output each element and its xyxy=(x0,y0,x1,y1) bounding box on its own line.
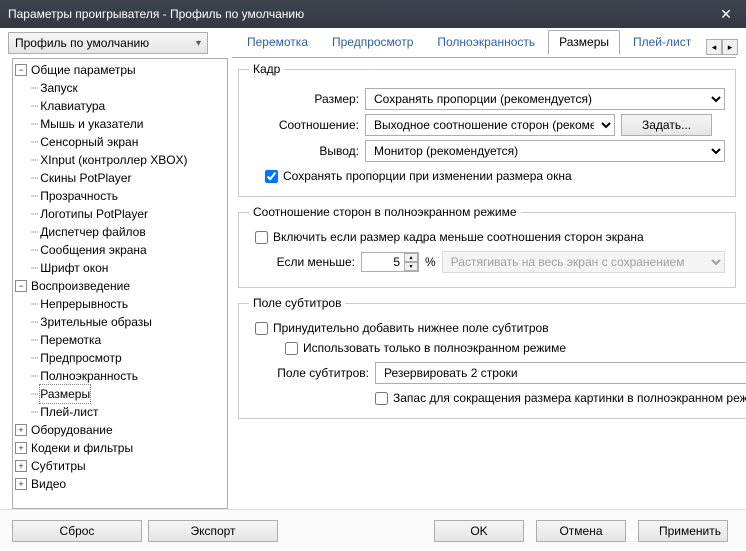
reset-button[interactable]: Сброс xyxy=(12,520,142,542)
export-button[interactable]: Экспорт xyxy=(148,520,278,542)
frame-legend: Кадр xyxy=(249,62,284,76)
keep-ratio-checkbox[interactable] xyxy=(265,170,278,183)
force-bottom-label: Принудительно добавить нижнее поле субти… xyxy=(273,321,549,335)
sub-field-group: Поле субтитров Принудительно добавить ни… xyxy=(238,296,746,419)
close-icon[interactable]: ✕ xyxy=(714,4,738,24)
fs-mode-select: Растягивать на весь экран с сохранением xyxy=(442,251,725,273)
nav-tree[interactable]: −Общие параметры ┈Запуск ┈Клавиатура ┈Мы… xyxy=(12,58,228,509)
titlebar: Параметры проигрывателя - Профиль по умо… xyxy=(0,0,746,28)
field-select[interactable]: Резервировать 2 строки xyxy=(375,362,746,384)
collapse-icon[interactable]: − xyxy=(15,64,27,76)
spin-down-icon[interactable]: ▾ xyxy=(404,262,418,271)
content-pane: Кадр Размер: Сохранять пропорции (рекоме… xyxy=(232,58,746,509)
reserve-label: Запас для сокращения размера картинки в … xyxy=(393,391,746,405)
tree-playlist2[interactable]: Плей-лист xyxy=(40,403,98,421)
tree-msgs[interactable]: Сообщения экрана xyxy=(40,241,146,259)
spin-up-icon[interactable]: ▴ xyxy=(404,253,418,262)
force-bottom-checkbox[interactable] xyxy=(255,322,268,335)
tree-fullscreen2[interactable]: Полноэкранность xyxy=(40,367,138,385)
keep-ratio-label: Сохранять пропорции при изменении размер… xyxy=(283,169,572,183)
only-fs-checkbox[interactable] xyxy=(285,342,298,355)
tab-preview[interactable]: Предпросмотр xyxy=(321,30,424,55)
if-less-stepper[interactable]: ▴▾ xyxy=(361,252,419,272)
apply-button[interactable]: Применить xyxy=(638,520,728,542)
tree-video[interactable]: Видео xyxy=(31,475,66,493)
tab-scroll: ◂ ▸ xyxy=(706,39,738,55)
expand-icon[interactable]: + xyxy=(15,478,27,490)
window-title: Параметры проигрывателя - Профиль по умо… xyxy=(8,7,714,21)
profile-label: Профиль по умолчанию xyxy=(15,36,149,50)
main: −Общие параметры ┈Запуск ┈Клавиатура ┈Мы… xyxy=(0,58,746,509)
output-select[interactable]: Монитор (рекомендуется) xyxy=(365,140,725,162)
only-fs-label: Использовать только в полноэкранном режи… xyxy=(303,341,566,355)
tree-xinput[interactable]: XInput (контроллер XBOX) xyxy=(40,151,187,169)
tree-touch[interactable]: Сенсорный экран xyxy=(40,133,138,151)
field-label: Поле субтитров: xyxy=(249,366,369,380)
sub-field-legend: Поле субтитров xyxy=(249,296,345,310)
tree-patterns[interactable]: Зрительные образы xyxy=(40,313,152,331)
tab-fullscreen[interactable]: Полноэкранность xyxy=(426,30,546,55)
expand-icon[interactable]: + xyxy=(15,424,27,436)
cancel-button[interactable]: Отмена xyxy=(536,520,626,542)
tree-skins[interactable]: Скины PotPlayer xyxy=(40,169,131,187)
tree-seeking[interactable]: Перемотка xyxy=(40,331,101,349)
if-less-input[interactable] xyxy=(362,253,404,271)
tree-continuity[interactable]: Непрерывность xyxy=(40,295,128,313)
tabstrip: Перемотка Предпросмотр Полноэкранность Р… xyxy=(236,31,738,55)
tree-preview[interactable]: Предпросмотр xyxy=(40,349,121,367)
expand-icon[interactable]: + xyxy=(15,442,27,454)
tab-scroll-right-icon[interactable]: ▸ xyxy=(722,39,738,55)
tree-transparency[interactable]: Прозрачность xyxy=(40,187,118,205)
frame-group: Кадр Размер: Сохранять пропорции (рекоме… xyxy=(238,62,736,197)
tree-hardware[interactable]: Оборудование xyxy=(31,421,113,439)
fs-enable-label: Включить если размер кадра меньше соотно… xyxy=(273,230,644,244)
set-ratio-button[interactable]: Задать... xyxy=(621,114,712,136)
profile-selector[interactable]: Профиль по умолчанию ▾ xyxy=(8,32,208,54)
percent-label: % xyxy=(425,255,436,269)
ratio-select[interactable]: Выходное соотношение сторон (рекомендует… xyxy=(365,114,615,136)
tree-startup[interactable]: Запуск xyxy=(40,79,78,97)
tree-sizes[interactable]: Размеры xyxy=(40,385,90,403)
chevron-down-icon: ▾ xyxy=(196,38,201,49)
reserve-checkbox[interactable] xyxy=(375,392,388,405)
expand-icon[interactable]: + xyxy=(15,460,27,472)
ok-button[interactable]: OK xyxy=(434,520,524,542)
footer: Сброс Экспорт OK Отмена Применить xyxy=(0,509,746,551)
tree-subs[interactable]: Субтитры xyxy=(31,457,86,475)
tab-playlist[interactable]: Плей-лист xyxy=(622,30,702,55)
fs-ratio-group: Соотношение сторон в полноэкранном режим… xyxy=(238,205,736,288)
ratio-label: Соотношение: xyxy=(249,118,359,132)
size-label: Размер: xyxy=(249,92,359,106)
collapse-icon[interactable]: − xyxy=(15,280,27,292)
tab-scroll-left-icon[interactable]: ◂ xyxy=(706,39,722,55)
if-less-label: Если меньше: xyxy=(265,255,355,269)
tree-logos[interactable]: Логотипы PotPlayer xyxy=(40,205,148,223)
tree-general[interactable]: Общие параметры xyxy=(31,61,136,79)
toolbar: Профиль по умолчанию ▾ Перемотка Предпро… xyxy=(0,28,746,58)
tree-font[interactable]: Шрифт окон xyxy=(40,259,108,277)
tree-keyboard[interactable]: Клавиатура xyxy=(40,97,105,115)
tree-codecs[interactable]: Кодеки и фильтры xyxy=(31,439,133,457)
fs-ratio-legend: Соотношение сторон в полноэкранном режим… xyxy=(249,205,521,219)
fs-enable-checkbox[interactable] xyxy=(255,231,268,244)
tree-playback[interactable]: Воспроизведение xyxy=(31,277,130,295)
tree-mouse[interactable]: Мышь и указатели xyxy=(40,115,143,133)
output-label: Вывод: xyxy=(249,144,359,158)
tree-filemgr[interactable]: Диспетчер файлов xyxy=(40,223,145,241)
tab-sizes[interactable]: Размеры xyxy=(548,30,620,55)
size-select[interactable]: Сохранять пропорции (рекомендуется) xyxy=(365,88,725,110)
tab-seeking[interactable]: Перемотка xyxy=(236,30,319,55)
